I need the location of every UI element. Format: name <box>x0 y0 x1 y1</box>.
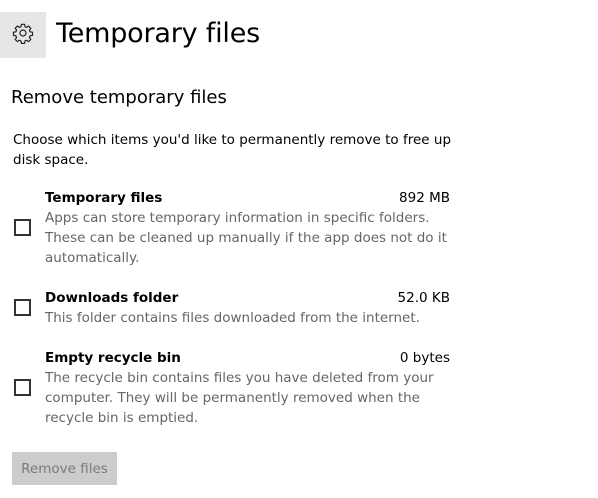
gear-icon <box>12 22 34 48</box>
item-size: 0 bytes <box>399 350 450 366</box>
settings-button[interactable] <box>0 12 46 58</box>
item-name: Temporary files <box>45 190 163 206</box>
item-description: This folder contains files downloaded fr… <box>45 310 420 326</box>
page-header: Temporary files <box>0 12 598 58</box>
item-name: Downloads folder <box>45 290 179 306</box>
section-title: Remove temporary files <box>11 87 227 108</box>
temporary-files-checkbox[interactable] <box>14 219 31 236</box>
item-size: 52.0 KB <box>397 290 450 306</box>
item-name: Empty recycle bin <box>45 350 181 366</box>
remove-files-button[interactable]: Remove files <box>12 452 117 485</box>
item-description: Apps can store temporary information in … <box>45 210 447 266</box>
item-description: The recycle bin contains files you have … <box>45 370 434 426</box>
page-title: Temporary files <box>56 18 260 49</box>
item-size: 892 MB <box>399 190 450 206</box>
intro-text: Choose which items you'd like to permane… <box>13 132 452 168</box>
recycle-bin-checkbox[interactable] <box>14 379 31 396</box>
downloads-folder-checkbox[interactable] <box>14 299 31 316</box>
